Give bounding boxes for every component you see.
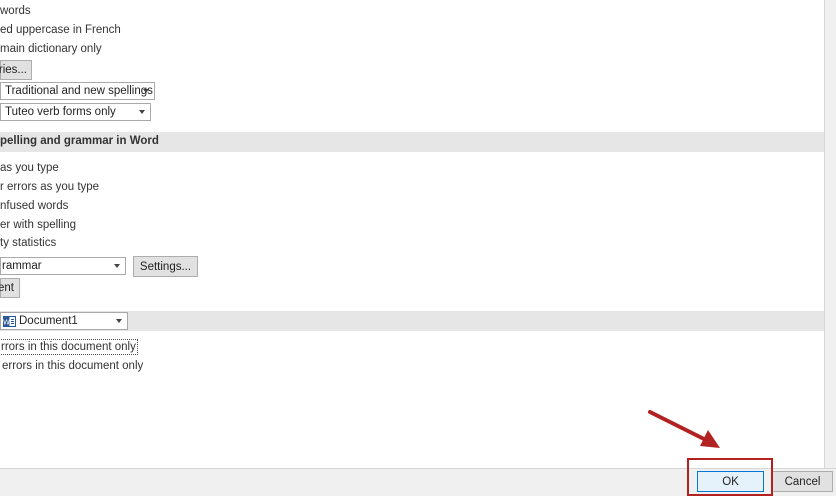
chevron-down-icon xyxy=(116,319,122,323)
custom-dictionaries-button[interactable]: ries... xyxy=(0,60,32,80)
spanish-modes-value: Tuteo verb forms only xyxy=(5,106,116,118)
french-modes-select[interactable]: Traditional and new spellings xyxy=(0,82,155,100)
writing-style-value: rammar xyxy=(2,260,42,272)
writing-style-select[interactable]: rammar xyxy=(0,257,126,275)
chevron-down-icon xyxy=(114,264,120,268)
option-hide-grammar-errors[interactable]: errors in this document only xyxy=(2,359,143,373)
word-document-icon: W xyxy=(3,316,16,327)
french-modes-value: Traditional and new spellings xyxy=(5,85,153,97)
option-mark-grammar-errors[interactable]: r errors as you type xyxy=(0,180,99,194)
option-hide-spelling-errors[interactable]: rrors in this document only xyxy=(0,339,138,355)
exceptions-document-value: Document1 xyxy=(19,315,78,327)
cancel-button[interactable]: Cancel xyxy=(772,471,833,492)
settings-button[interactable]: Settings... xyxy=(133,256,198,277)
recheck-document-button[interactable]: ent xyxy=(0,278,20,298)
chevron-down-icon xyxy=(139,110,145,114)
exceptions-document-select[interactable]: W Document1 xyxy=(0,312,128,330)
annotation-arrow-icon xyxy=(648,410,720,448)
option-check-grammar-with-spelling[interactable]: er with spelling xyxy=(0,218,76,232)
section-title-word: pelling and grammar in Word xyxy=(0,135,159,147)
option-readability-statistics[interactable]: ty statistics xyxy=(0,236,56,250)
option-frequently-confused-words[interactable]: nfused words xyxy=(0,199,68,213)
svg-text:W: W xyxy=(3,319,10,327)
option-check-spelling-as-you-type[interactable]: as you type xyxy=(0,161,59,175)
spanish-modes-select[interactable]: Tuteo verb forms only xyxy=(0,103,151,121)
option-ignore-words[interactable]: words xyxy=(0,4,31,18)
option-enforce-uppercase-french[interactable]: ed uppercase in French xyxy=(0,23,121,37)
chevron-down-icon xyxy=(143,89,149,93)
scrollbar-track[interactable] xyxy=(825,0,836,468)
option-main-dictionary-only[interactable]: main dictionary only xyxy=(0,42,102,56)
ok-highlight-box xyxy=(687,458,773,496)
